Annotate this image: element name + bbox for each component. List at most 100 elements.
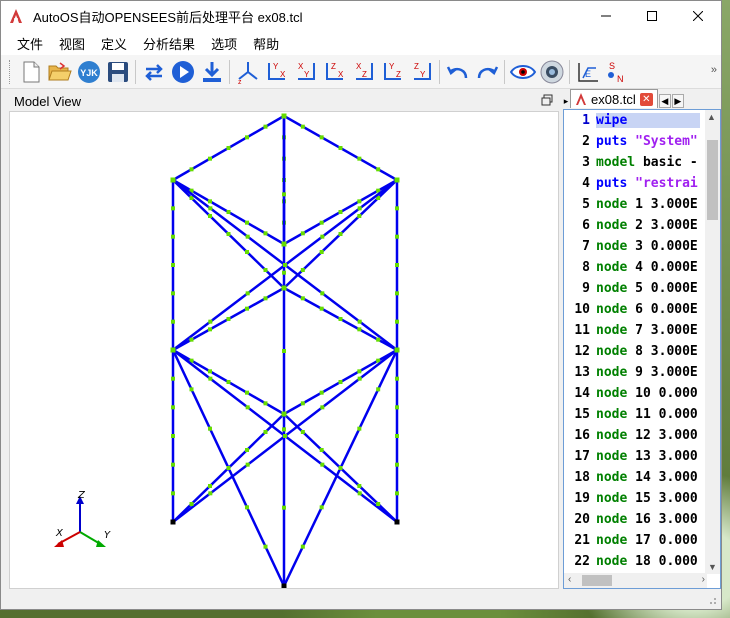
mesh-node — [189, 387, 194, 392]
mesh-node — [171, 462, 175, 467]
redo-icon — [477, 65, 498, 78]
minimize-button[interactable] — [583, 1, 629, 31]
code-line[interactable]: 15 node 11 0.000 — [564, 404, 720, 425]
resize-grip-icon[interactable] — [707, 595, 717, 605]
mesh-node — [283, 263, 287, 267]
view-yz-button[interactable]: YZ — [378, 58, 407, 86]
code-line[interactable]: 11 node 7 3.000E — [564, 320, 720, 341]
code-line[interactable]: 18 node 14 3.000 — [564, 467, 720, 488]
toolbar-overflow-icon[interactable]: » — [711, 64, 717, 76]
model-view-canvas[interactable]: Z Y X — [9, 111, 559, 589]
yjk-import-button[interactable]: YJK — [74, 58, 103, 86]
structure-node[interactable] — [394, 177, 400, 183]
code-line[interactable]: 10 node 6 0.000E — [564, 299, 720, 320]
view-zy-button[interactable]: ZY — [407, 58, 436, 86]
tab-ex08[interactable]: ex08.tcl ✕ — [570, 89, 658, 108]
save-button[interactable] — [103, 58, 132, 86]
editor-horizontal-scrollbar[interactable]: ‹ › — [564, 573, 707, 588]
menu-help[interactable]: 帮助 — [245, 34, 287, 53]
scroll-right-icon[interactable]: › — [702, 574, 705, 585]
tab-overflow-icon[interactable]: ▸ — [562, 94, 570, 108]
menu-options[interactable]: 选项 — [203, 34, 245, 53]
code-line[interactable]: 22 node 18 0.000 — [564, 551, 720, 572]
restore-panel-icon[interactable] — [541, 94, 553, 106]
code-line[interactable]: 20 node 16 3.000 — [564, 509, 720, 530]
structure-node[interactable] — [281, 241, 287, 247]
structure-node[interactable] — [170, 347, 176, 353]
menu-view[interactable]: 视图 — [51, 34, 93, 53]
code-line[interactable]: 5 node 1 3.000E — [564, 194, 720, 215]
code-line[interactable]: 7 node 3 0.000E — [564, 236, 720, 257]
code-line[interactable]: 17 node 13 3.000 — [564, 446, 720, 467]
menu-define[interactable]: 定义 — [93, 34, 135, 53]
tab-close-icon[interactable]: ✕ — [639, 92, 653, 106]
code-text: node 2 3.000E — [596, 218, 700, 233]
code-line[interactable]: 16 node 12 3.000 — [564, 425, 720, 446]
structure-node[interactable] — [281, 411, 287, 417]
mesh-node — [208, 491, 213, 496]
scroll-left-icon[interactable]: ‹ — [568, 574, 571, 585]
code-line[interactable]: 1 wipe — [564, 110, 720, 131]
redo-button[interactable] — [472, 58, 501, 86]
code-line[interactable]: 14 node 10 0.000 — [564, 383, 720, 404]
structure-node[interactable] — [281, 285, 287, 291]
mesh-node — [245, 306, 249, 311]
code-args: 7 3.000E — [627, 323, 698, 338]
structure-node[interactable] — [394, 347, 400, 353]
status-bar — [1, 589, 721, 609]
scroll-thumb[interactable] — [582, 575, 612, 586]
menu-file[interactable]: 文件 — [9, 34, 51, 53]
structure-node[interactable] — [281, 113, 287, 119]
snap-button[interactable]: SN — [602, 58, 631, 86]
support-node[interactable] — [394, 519, 400, 525]
code-keyword: node — [596, 281, 628, 296]
scroll-down-icon[interactable]: ▼ — [708, 562, 717, 572]
code-text: node 5 0.000E — [596, 281, 700, 296]
code-keyword: node — [596, 344, 628, 359]
code-text: puts "restrai — [596, 176, 700, 191]
code-line[interactable]: 8 node 4 0.000E — [564, 257, 720, 278]
extrude-button[interactable]: E — [573, 58, 602, 86]
mesh-node — [395, 462, 399, 467]
run-button[interactable] — [168, 58, 197, 86]
new-file-button[interactable] — [16, 58, 45, 86]
code-line[interactable]: 13 node 9 3.000E — [564, 362, 720, 383]
editor-vertical-scrollbar[interactable]: ▲ ▼ — [705, 110, 720, 574]
maximize-button[interactable] — [629, 1, 675, 31]
line-number: 11 — [574, 323, 590, 338]
refresh-button[interactable] — [139, 58, 168, 86]
view-yx-button[interactable]: YX — [262, 58, 291, 86]
open-folder-button[interactable] — [45, 58, 74, 86]
mesh-node — [395, 434, 399, 438]
code-line[interactable]: 6 node 2 3.000E — [564, 215, 720, 236]
code-editor[interactable]: 1 wipe 2 puts "System" 3 model basic - 4 puts "… — [563, 109, 721, 589]
tab-next-icon[interactable]: ▶ — [671, 94, 684, 108]
support-node[interactable] — [170, 519, 176, 525]
screenshot-button[interactable] — [537, 58, 566, 86]
menu-results[interactable]: 分析结果 — [135, 34, 203, 53]
view-zx-button[interactable]: ZX — [320, 58, 349, 86]
mesh-node — [319, 220, 324, 225]
code-line[interactable]: 21 node 17 0.000 — [564, 530, 720, 551]
view-xy-button[interactable]: XY — [291, 58, 320, 86]
close-button[interactable] — [675, 1, 721, 31]
code-line[interactable]: 9 node 5 0.000E — [564, 278, 720, 299]
code-line[interactable]: 19 node 15 3.000 — [564, 488, 720, 509]
structure-node[interactable] — [170, 177, 176, 183]
view-xz-button[interactable]: XZ — [349, 58, 378, 86]
show-button[interactable] — [508, 58, 537, 86]
code-line[interactable]: 4 puts "restrai — [564, 173, 720, 194]
svg-text:Y: Y — [304, 70, 310, 79]
code-line[interactable]: 12 node 8 3.000E — [564, 341, 720, 362]
undo-button[interactable] — [443, 58, 472, 86]
code-line[interactable]: 3 model basic - — [564, 152, 720, 173]
support-node[interactable] — [281, 583, 287, 589]
scroll-up-icon[interactable]: ▲ — [707, 112, 716, 122]
view-3d-button[interactable]: z — [233, 58, 262, 86]
toolbar-grip[interactable] — [9, 59, 12, 84]
tab-prev-icon[interactable]: ◀ — [658, 94, 671, 108]
code-line[interactable]: 2 puts "System" — [564, 131, 720, 152]
mesh-node — [300, 124, 305, 129]
download-button[interactable] — [197, 58, 226, 86]
scroll-thumb[interactable] — [707, 140, 718, 220]
